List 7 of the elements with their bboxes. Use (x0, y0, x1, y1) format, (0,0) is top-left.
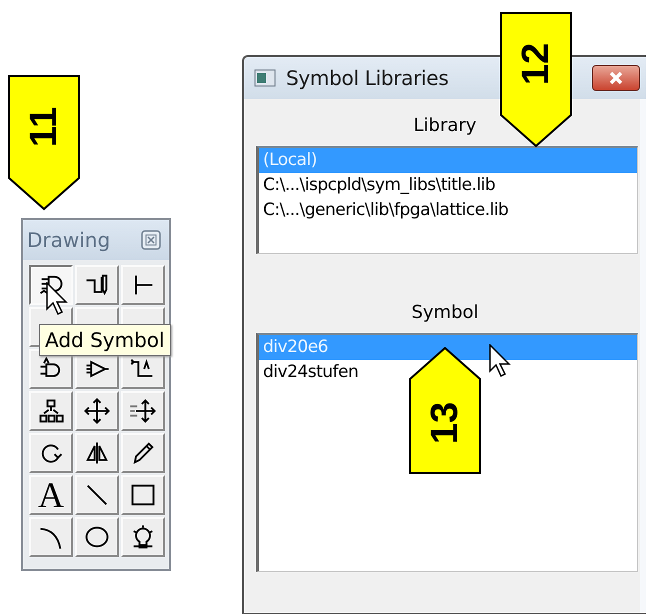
callout-number: 11 (24, 106, 64, 150)
callout-number: 12 (516, 42, 556, 88)
toolbar-title: Drawing (27, 228, 110, 252)
list-label: Library (412, 115, 478, 136)
callout-number: 13 (425, 400, 465, 446)
list-label: Symbol (410, 302, 480, 323)
tooltip: Add Symbol (39, 324, 171, 356)
